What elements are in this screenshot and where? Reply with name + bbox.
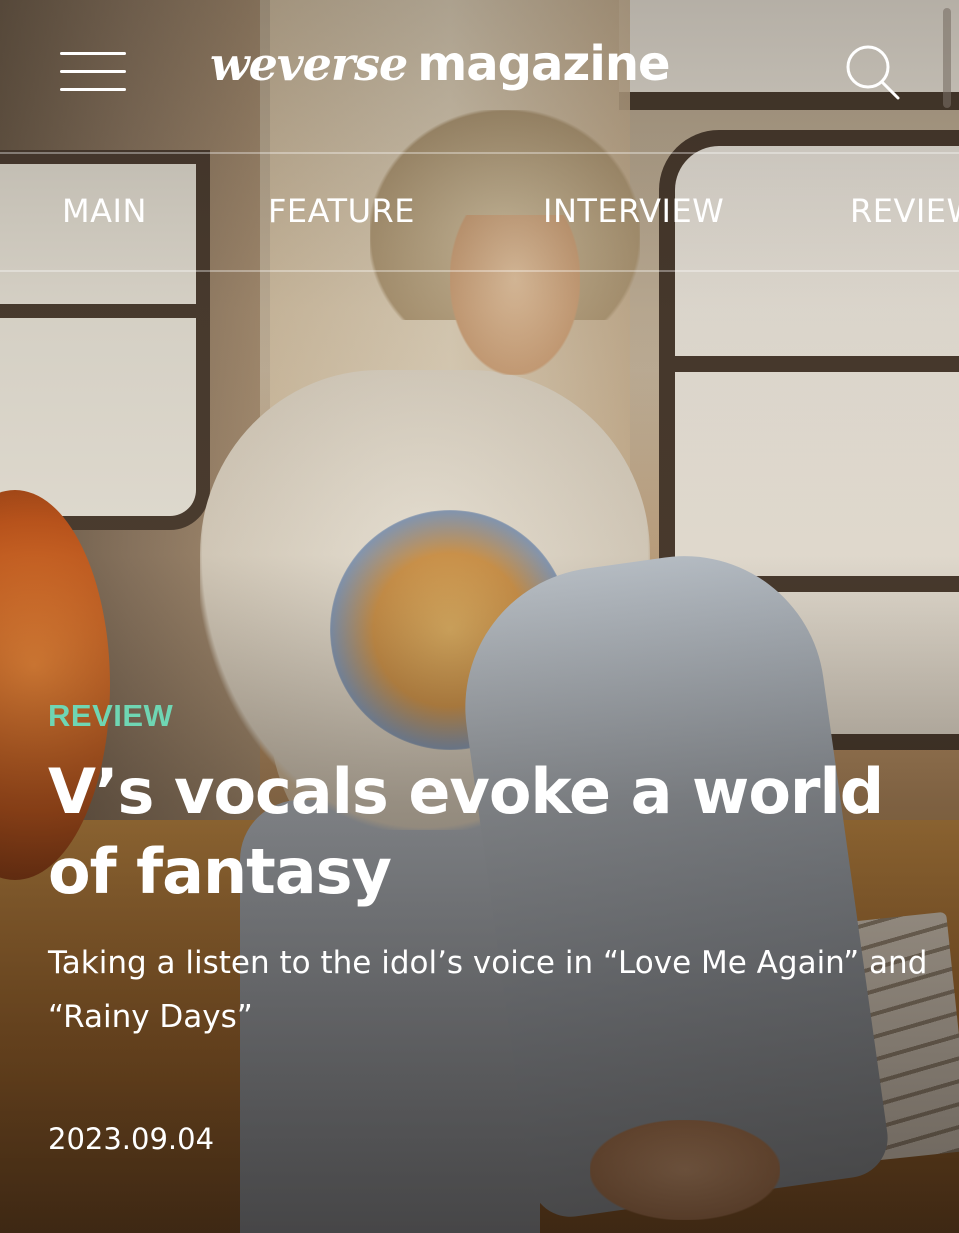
logo-sub: magazine [417, 36, 670, 92]
article-category[interactable]: REVIEW [48, 698, 928, 734]
nav-item-review[interactable]: REVIEW [850, 192, 959, 230]
nav-item-interview[interactable]: INTERVIEW [543, 192, 724, 230]
featured-article[interactable]: REVIEW V’s vocals evoke a world of fanta… [48, 698, 928, 1044]
site-logo[interactable]: weverse magazine [210, 36, 671, 106]
article-subtitle: Taking a listen to the idol’s voice in “… [48, 945, 928, 1035]
article-date: 2023.09.04 [48, 1122, 215, 1156]
site-header: weverse magazine [0, 0, 959, 150]
nav-item-feature[interactable]: FEATURE [268, 192, 415, 230]
search-icon[interactable] [843, 42, 903, 102]
hamburger-menu-icon[interactable] [60, 52, 126, 92]
category-nav: MAIN FEATURE INTERVIEW REVIEW [0, 152, 959, 272]
article-title[interactable]: V’s vocals evoke a world of fantasy [48, 752, 928, 912]
scrollbar[interactable] [943, 8, 951, 108]
logo-brand: weverse [210, 37, 408, 91]
nav-item-main[interactable]: MAIN [62, 192, 147, 230]
